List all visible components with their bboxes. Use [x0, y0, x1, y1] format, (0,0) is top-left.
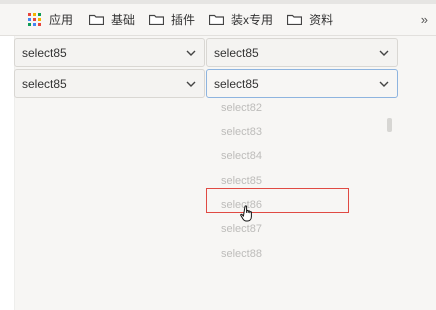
dropdown-option[interactable]: select84 — [221, 150, 262, 162]
left-gutter — [0, 36, 15, 310]
select-row1-right[interactable]: select85 — [206, 38, 398, 67]
dropdown-option[interactable]: select85 — [221, 175, 262, 187]
bookmark-folder-show-off[interactable]: 装x专用 — [209, 8, 273, 32]
chevron-down-icon — [379, 50, 389, 56]
select-value: select85 — [22, 45, 67, 60]
select-value: select85 — [22, 76, 67, 91]
chevron-down-icon — [379, 81, 389, 87]
bookmark-label: 插件 — [171, 13, 196, 27]
chevron-down-icon — [186, 50, 196, 56]
select-row2-left[interactable]: select85 — [14, 69, 205, 98]
select-dropdown-list: select82 select83 select84 select85 sele… — [205, 98, 398, 268]
bookmark-label: 基础 — [111, 13, 136, 27]
bookmarks-bar: 应用 基础 插件 装x专用 资料 » — [0, 4, 436, 36]
folder-icon — [287, 14, 303, 25]
bookmark-label: 资料 — [309, 13, 334, 27]
select-value: select85 — [214, 45, 259, 60]
bookmark-apps[interactable]: 应用 — [28, 8, 73, 32]
dropdown-option[interactable]: select82 — [221, 102, 262, 114]
dropdown-option[interactable]: select88 — [221, 248, 262, 260]
folder-icon — [209, 14, 225, 25]
chevron-down-icon — [186, 81, 196, 87]
hand-cursor-icon — [240, 205, 252, 222]
bookmarks-more-button[interactable]: » — [421, 12, 428, 27]
dropdown-scrollbar-thumb[interactable] — [387, 118, 392, 132]
bookmark-folder-resources[interactable]: 资料 — [287, 8, 333, 32]
bookmark-apps-label: 应用 — [49, 13, 74, 27]
select-value: select85 — [214, 76, 259, 91]
bookmark-folder-plugins[interactable]: 插件 — [149, 8, 195, 32]
hovered-option-highlight — [206, 188, 349, 213]
folder-icon — [89, 14, 105, 25]
folder-icon — [149, 14, 165, 25]
bookmark-folder-basic[interactable]: 基础 — [89, 8, 135, 32]
bookmark-label: 装x专用 — [231, 13, 274, 27]
select-row1-left[interactable]: select85 — [14, 38, 205, 67]
dropdown-option[interactable]: select83 — [221, 126, 262, 138]
apps-grid-icon — [28, 13, 41, 26]
dropdown-option[interactable]: select87 — [221, 223, 262, 235]
select-row2-right[interactable]: select85 — [206, 69, 398, 98]
